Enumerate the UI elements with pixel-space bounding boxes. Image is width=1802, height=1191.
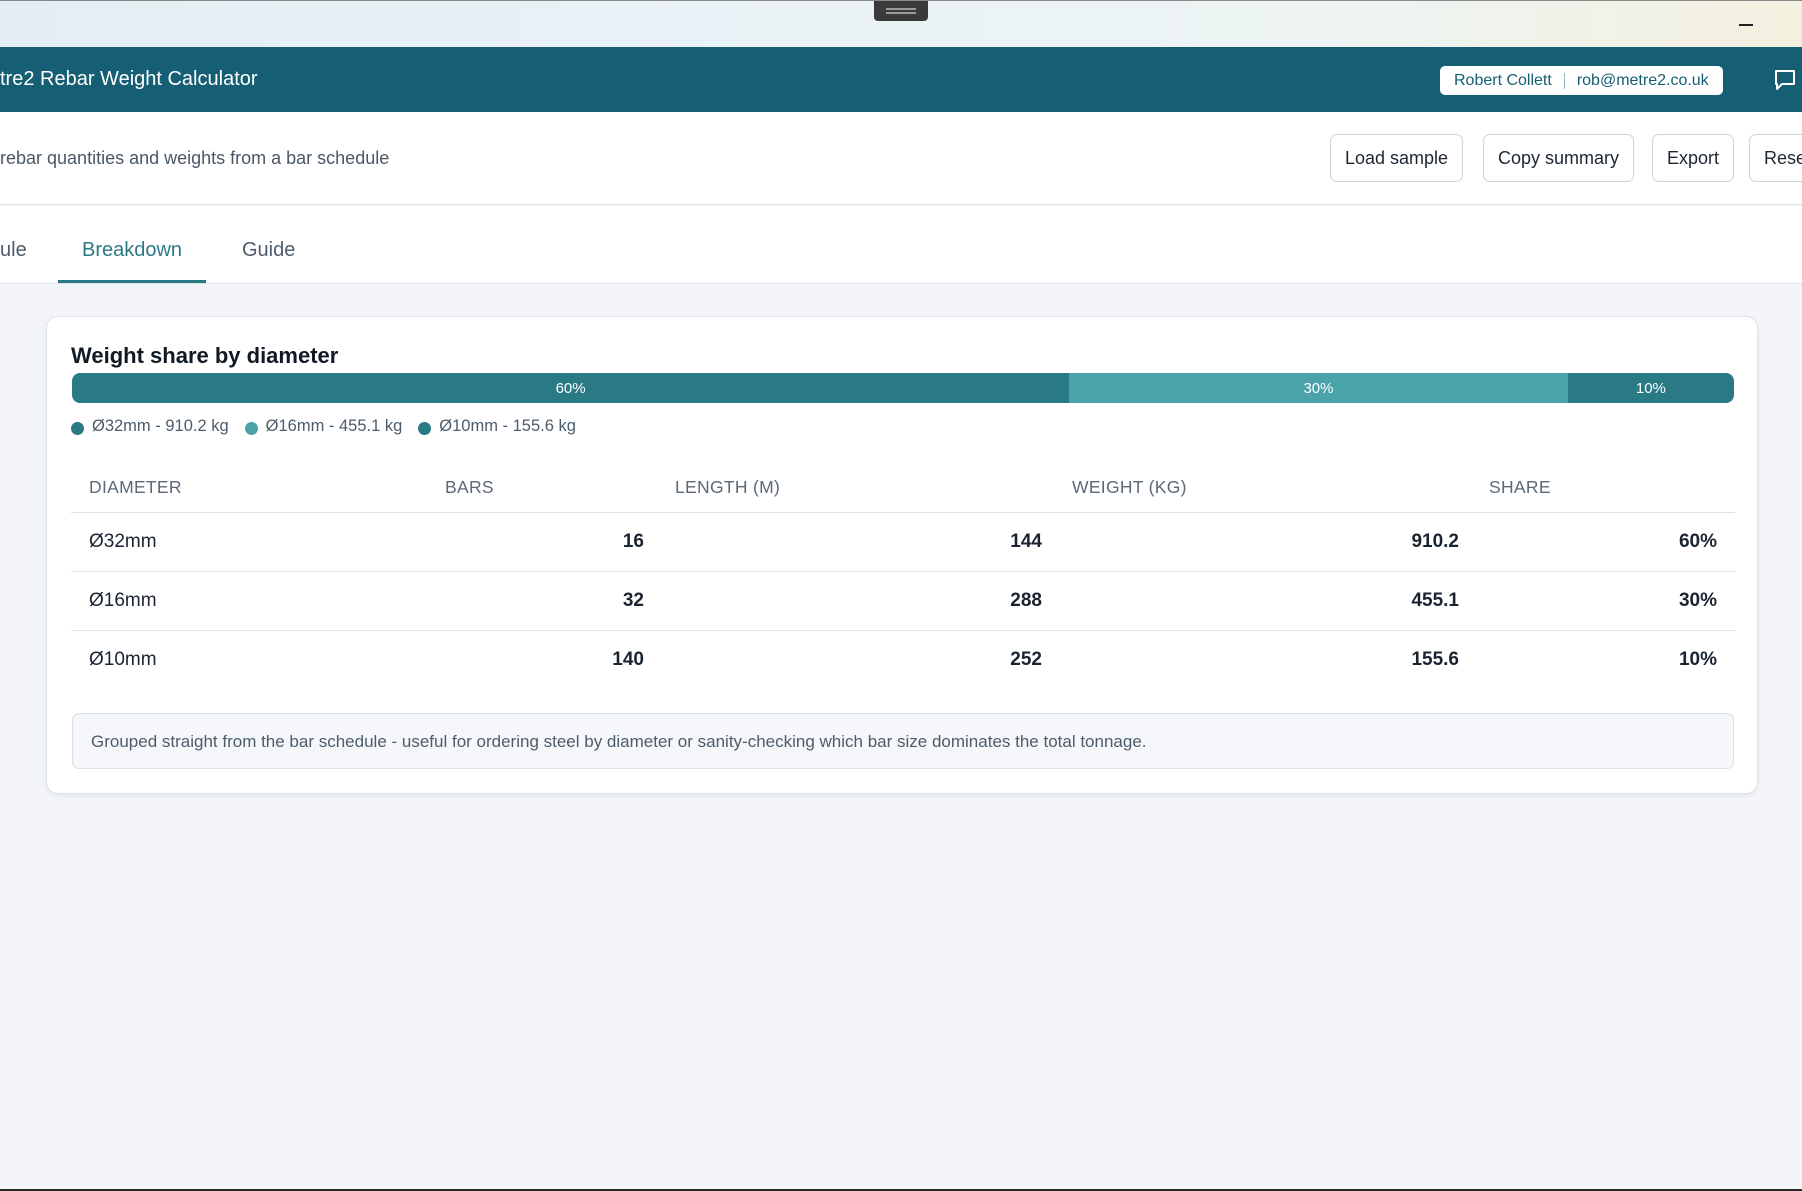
card-title: Weight share by diameter bbox=[71, 343, 339, 368]
app-header: tre2 Rebar Weight Calculator Robert Coll… bbox=[0, 47, 1802, 112]
weight-share-bar: 60% 30% 10% bbox=[72, 373, 1734, 403]
cell-diameter: Ø10mm bbox=[89, 649, 157, 670]
load-sample-button[interactable]: Load sample bbox=[1330, 134, 1464, 182]
cell-weight: 455.1 bbox=[1411, 590, 1459, 611]
legend-label: Ø10mm - 155.6 kg bbox=[439, 417, 576, 435]
cell-length: 288 bbox=[1010, 590, 1042, 611]
share-segment-10mm: 10% bbox=[1567, 373, 1734, 403]
cell-length: 252 bbox=[1010, 649, 1042, 670]
user-separator bbox=[1563, 72, 1565, 89]
share-segment-16mm: 30% bbox=[1069, 373, 1568, 403]
legend-dot bbox=[418, 421, 432, 435]
app-title: tre2 Rebar Weight Calculator bbox=[0, 68, 258, 90]
share-segment-32mm: 60% bbox=[72, 373, 1070, 403]
cell-weight: 155.6 bbox=[1411, 649, 1459, 670]
legend-dot bbox=[71, 421, 84, 435]
tab-breakdown[interactable]: Breakdown bbox=[58, 206, 207, 283]
column-header-length[interactable]: LENGTH (M) bbox=[675, 477, 780, 498]
table-row[interactable]: Ø16mm 32 288 455.1 30% bbox=[71, 572, 1735, 631]
copy-summary-button[interactable]: Copy summary bbox=[1483, 134, 1635, 182]
cell-share: 30% bbox=[1678, 590, 1717, 611]
cell-share: 60% bbox=[1678, 531, 1717, 552]
tab-bar: ule Breakdown Guide bbox=[0, 206, 1802, 284]
cell-bars: 140 bbox=[612, 649, 644, 670]
table-row[interactable]: Ø32mm 16 144 910.2 60% bbox=[71, 513, 1735, 572]
legend-item-10mm: Ø10mm - 155.6 kg bbox=[418, 417, 576, 436]
reset-button[interactable]: Rese bbox=[1749, 134, 1802, 182]
user-email: rob@metre2.co.uk bbox=[1576, 71, 1709, 89]
cell-bars: 16 bbox=[622, 531, 644, 552]
cell-diameter: Ø16mm bbox=[89, 590, 157, 611]
user-badge[interactable]: Robert Collett rob@metre2.co.uk bbox=[1440, 66, 1723, 95]
share-legend: Ø32mm - 910.2 kg Ø16mm - 455.1 kg Ø10mm … bbox=[71, 417, 592, 436]
tab-guide[interactable]: Guide bbox=[242, 206, 295, 283]
legend-item-16mm: Ø16mm - 455.1 kg bbox=[244, 417, 403, 436]
table-header: DIAMETER BARS LENGTH (M) WEIGHT (KG) SHA… bbox=[71, 459, 1735, 513]
weight-share-card: Weight share by diameter 60% 30% 10% Ø32… bbox=[46, 316, 1758, 794]
table-row[interactable]: Ø10mm 140 252 155.6 10% bbox=[71, 631, 1735, 690]
export-button[interactable]: Export bbox=[1652, 134, 1735, 182]
minimize-icon[interactable] bbox=[1728, 7, 1762, 41]
column-header-diameter[interactable]: DIAMETER bbox=[89, 477, 182, 498]
legend-label: Ø32mm - 910.2 kg bbox=[92, 417, 229, 435]
chat-bubble-icon[interactable] bbox=[1772, 69, 1802, 93]
drag-handle-icon[interactable] bbox=[874, 1, 928, 21]
tab-schedule[interactable]: ule bbox=[0, 206, 27, 283]
diameter-table: DIAMETER BARS LENGTH (M) WEIGHT (KG) SHA… bbox=[71, 459, 1735, 690]
column-header-bars[interactable]: BARS bbox=[445, 477, 494, 498]
window-titlebar[interactable] bbox=[0, 0, 1802, 47]
cell-bars: 32 bbox=[622, 590, 644, 611]
cell-share: 10% bbox=[1678, 649, 1717, 670]
legend-dot bbox=[244, 421, 258, 435]
user-name: Robert Collett bbox=[1454, 71, 1552, 89]
cell-weight: 910.2 bbox=[1411, 531, 1459, 552]
legend-label: Ø16mm - 455.1 kg bbox=[265, 417, 403, 435]
page-subtitle: rebar quantities and weights from a bar … bbox=[0, 148, 390, 168]
cell-length: 144 bbox=[1010, 531, 1042, 552]
page-subheader: rebar quantities and weights from a bar … bbox=[0, 112, 1802, 205]
column-header-share[interactable]: SHARE bbox=[1489, 477, 1551, 498]
column-header-weight[interactable]: WEIGHT (KG) bbox=[1072, 477, 1187, 498]
info-note: Grouped straight from the bar schedule -… bbox=[72, 713, 1734, 769]
legend-item-32mm: Ø32mm - 910.2 kg bbox=[71, 417, 229, 436]
cell-diameter: Ø32mm bbox=[89, 531, 157, 552]
